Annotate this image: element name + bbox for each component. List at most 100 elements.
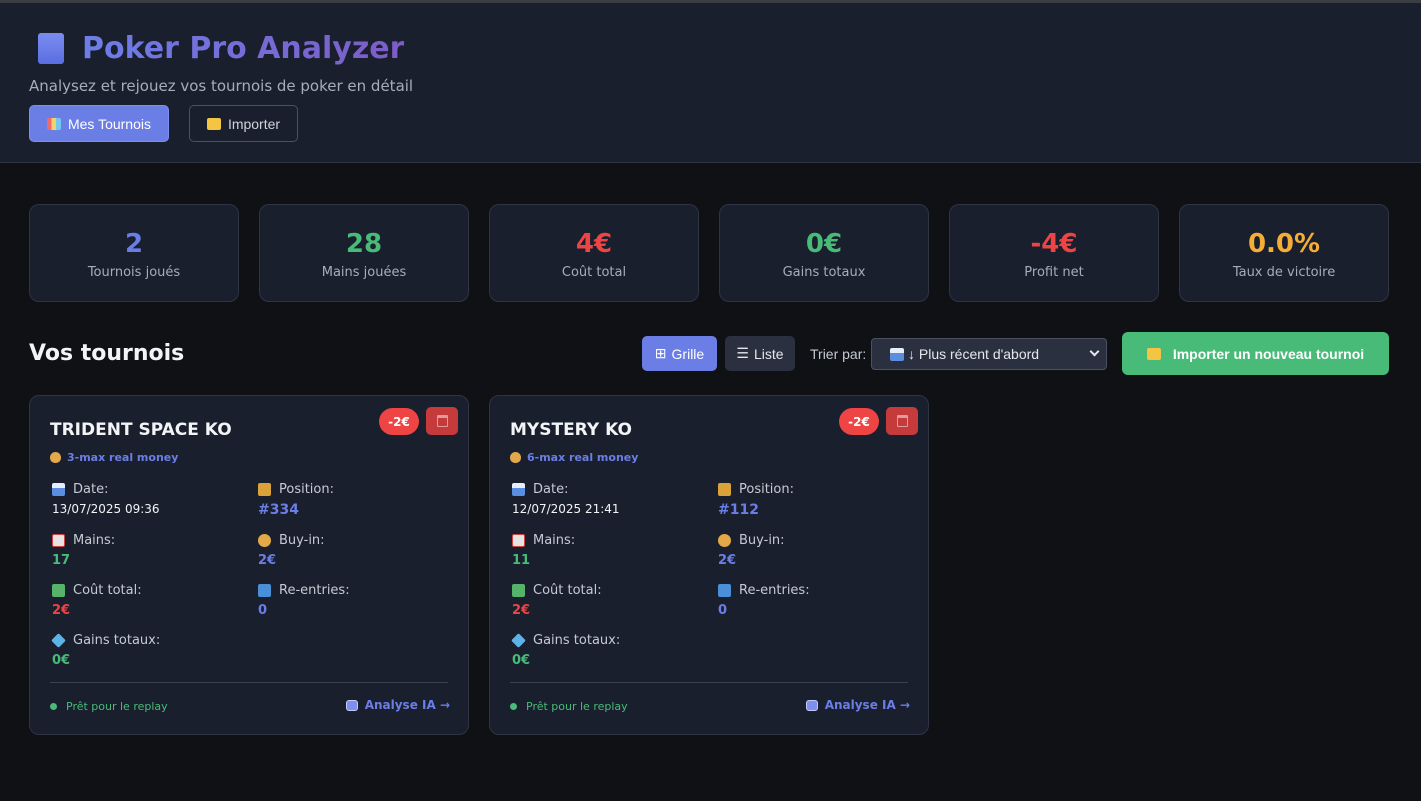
robot-icon	[345, 699, 358, 711]
money-wings-icon	[52, 584, 65, 597]
stat-label: Taux de victoire	[1232, 265, 1336, 280]
delete-button[interactable]	[886, 407, 918, 435]
stat-card-mains: 28 Mains jouées	[259, 204, 469, 302]
buyin-label: Buy-in:	[739, 533, 785, 548]
buyin-value: 2€	[258, 553, 277, 568]
playing-card-icon	[512, 534, 525, 547]
gem-icon	[51, 633, 66, 648]
money-bag-icon	[258, 534, 271, 547]
cout-label: Coût total:	[533, 583, 602, 598]
reentries-label: Re-entries:	[739, 583, 810, 598]
money-bag-icon	[510, 452, 521, 463]
stat-value: 28	[345, 229, 383, 259]
mains-value: 17	[52, 553, 71, 568]
analyse-ia-label: Analyse IA →	[364, 698, 450, 712]
cout-value: 2€	[52, 603, 71, 618]
gains-label: Gains totaux:	[73, 633, 161, 648]
money-wings-icon	[512, 584, 525, 597]
field-mains: Mains: 17	[52, 533, 242, 568]
money-bag-icon	[718, 534, 731, 547]
stat-value: 0.0%	[1247, 229, 1321, 259]
reentries-value: 0	[718, 603, 728, 618]
date-label: Date:	[73, 482, 109, 497]
stat-label: Coût total	[561, 265, 627, 280]
app-subtitle: Analysez et rejouez vos tournois de poke…	[29, 77, 414, 95]
profit-badge: -2€	[839, 408, 879, 435]
status-dot	[50, 703, 57, 710]
replay-status: Prêt pour le replay	[510, 700, 628, 713]
sort-value: ↓ Plus récent d'abord	[908, 346, 1040, 362]
bar-chart-icon	[46, 117, 61, 130]
tournament-card[interactable]: TRIDENT SPACE KO 3-max real money -2€ Da…	[29, 395, 469, 735]
grid-view-button[interactable]: ⊞ Grille	[642, 336, 717, 371]
replay-status: Prêt pour le replay	[50, 700, 168, 713]
trophy-icon	[258, 483, 271, 496]
playing-card-icon	[52, 534, 65, 547]
importer-button[interactable]: Importer	[189, 105, 298, 142]
field-cout: Coût total: 2€	[512, 583, 702, 618]
sort-select[interactable]: ↓ Plus récent d'abord	[871, 338, 1107, 370]
tournament-card[interactable]: MYSTERY KO 6-max real money -2€ Date: 12…	[489, 395, 929, 735]
format-label: 3-max real money	[67, 451, 179, 464]
grid-icon: ⊞	[654, 345, 667, 361]
buyin-value: 2€	[718, 553, 737, 568]
stat-label: Gains totaux	[782, 265, 866, 280]
field-mains: Mains: 11	[512, 533, 702, 568]
date-value: 12/07/2025 21:41	[512, 502, 620, 516]
field-position: Position: #112	[718, 482, 908, 518]
reentries-label: Re-entries:	[279, 583, 350, 598]
tournament-name: TRIDENT SPACE KO	[50, 420, 232, 440]
field-buyin: Buy-in: 2€	[258, 533, 448, 568]
list-icon: ☰	[736, 345, 749, 361]
stat-card-victoire: 0.0% Taux de victoire	[1179, 204, 1389, 302]
buyin-label: Buy-in:	[279, 533, 325, 548]
grid-view-label: Grille	[671, 345, 705, 362]
stat-label: Mains jouées	[321, 265, 407, 280]
mes-tournois-button[interactable]: Mes Tournois	[29, 105, 169, 142]
gains-label: Gains totaux:	[533, 633, 621, 648]
stat-card-gains: 0€ Gains totaux	[719, 204, 929, 302]
position-value: #334	[258, 502, 299, 518]
tournament-format: 6-max real money	[510, 451, 638, 464]
stat-value: 0€	[805, 229, 843, 259]
book-icon	[38, 33, 64, 64]
importer-label: Importer	[227, 115, 281, 132]
analyse-ia-link[interactable]: Analyse IA →	[345, 698, 450, 712]
stat-card-cout: 4€ Coût total	[489, 204, 699, 302]
folder-icon	[1146, 347, 1161, 360]
stat-value: 2	[124, 229, 144, 259]
stat-label: Profit net	[1024, 265, 1084, 280]
status-dot	[510, 703, 517, 710]
mains-value: 11	[512, 553, 531, 568]
field-gains: Gains totaux: 0€	[511, 633, 702, 668]
list-view-button[interactable]: ☰ Liste	[725, 336, 795, 371]
field-cout: Coût total: 2€	[52, 583, 242, 618]
robot-icon	[805, 699, 818, 711]
analyse-ia-link[interactable]: Analyse IA →	[805, 698, 910, 712]
mes-tournois-label: Mes Tournois	[67, 115, 151, 132]
card-divider	[50, 682, 448, 683]
mains-label: Mains:	[533, 533, 576, 548]
field-reentries: Re-entries: 0	[718, 583, 908, 618]
stat-value: 4€	[575, 229, 613, 259]
import-new-label: Importer un nouveau tournoi	[1172, 345, 1365, 362]
repeat-icon	[718, 584, 731, 597]
money-bag-icon	[50, 452, 61, 463]
tournament-format: 3-max real money	[50, 451, 178, 464]
format-label: 6-max real money	[527, 451, 639, 464]
app-title: Poker Pro Analyzer	[82, 31, 405, 66]
stat-card-profit: -4€ Profit net	[949, 204, 1159, 302]
repeat-icon	[258, 584, 271, 597]
card-divider	[510, 682, 908, 683]
cout-label: Coût total:	[73, 583, 142, 598]
field-date: Date: 13/07/2025 09:36	[52, 482, 242, 516]
position-value: #112	[718, 502, 759, 518]
chevron-down-icon	[1089, 346, 1100, 357]
field-buyin: Buy-in: 2€	[718, 533, 908, 568]
delete-button[interactable]	[426, 407, 458, 435]
trash-icon	[896, 415, 908, 427]
tournament-name: MYSTERY KO	[510, 420, 632, 440]
trophy-icon	[718, 483, 731, 496]
section-title: Vos tournois	[29, 341, 185, 366]
import-new-tournament-button[interactable]: Importer un nouveau tournoi	[1122, 332, 1389, 375]
